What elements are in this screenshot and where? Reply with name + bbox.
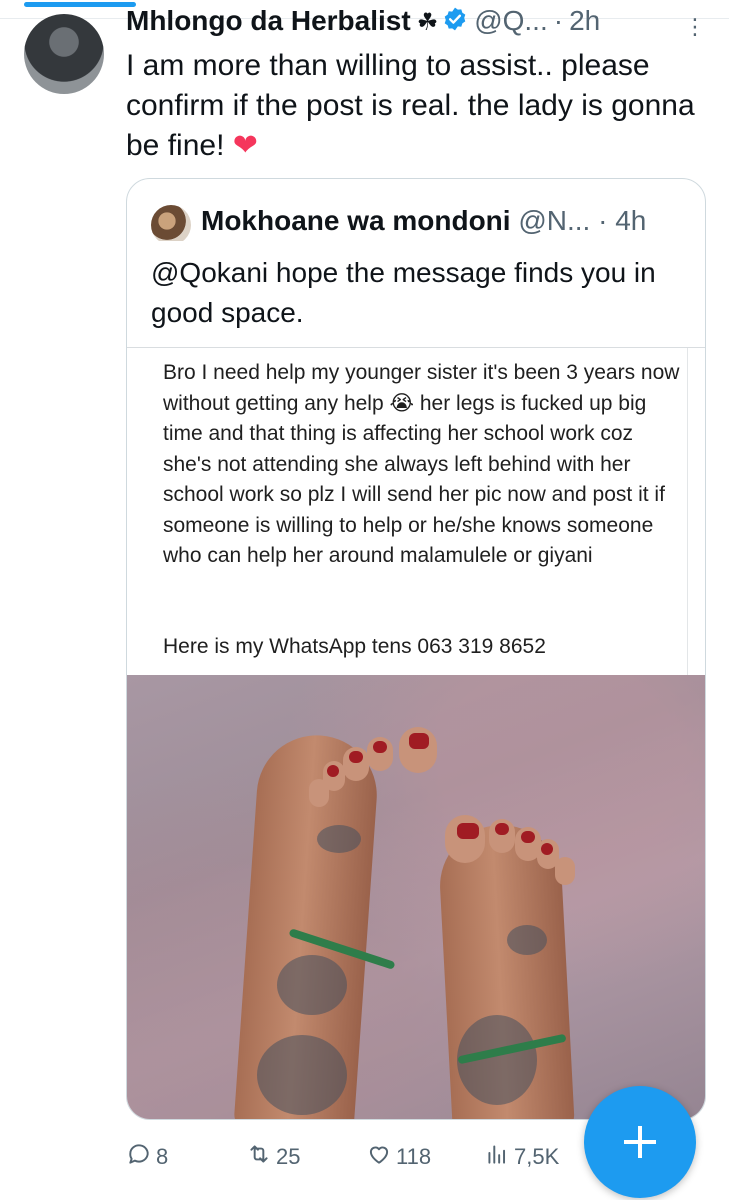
lesion: [507, 925, 547, 955]
author-handle[interactable]: @Q...: [474, 5, 548, 36]
screenshot-message: Bro I need help my younger sister it's b…: [163, 361, 680, 567]
action-bar: 8 25 118 7,5K: [126, 1140, 586, 1174]
separator-dot: ·: [553, 5, 564, 36]
lesion: [277, 955, 347, 1015]
tweet-time[interactable]: 2h: [569, 5, 600, 36]
like-count: 118: [396, 1144, 432, 1169]
quoted-tweet[interactable]: Mokhoane wa mondoni @N... · 4h @Qokani h…: [126, 178, 706, 1120]
reply-count: 8: [156, 1144, 169, 1169]
toe: [555, 857, 575, 885]
nail: [409, 733, 429, 749]
more-icon[interactable]: ⋮: [684, 14, 706, 40]
heart-emoji: ❤: [232, 129, 258, 162]
views-button[interactable]: 7,5K: [484, 1140, 559, 1174]
quote-header: Mokhoane wa mondoni @N... · 4h: [151, 201, 691, 241]
screenshot-whatsapp-line: Here is my WhatsApp tens 063 319 8652: [163, 635, 546, 658]
quote-separator-dot: ·: [598, 205, 608, 236]
screenshot-panel: Bro I need help my younger sister it's b…: [127, 348, 688, 676]
message-screenshot[interactable]: Bro I need help my younger sister it's b…: [127, 347, 705, 676]
repost-button[interactable]: 25: [246, 1140, 300, 1174]
nail: [495, 823, 509, 835]
tweet-body: I am more than willing to assist.. pleas…: [126, 49, 695, 162]
author-avatar[interactable]: [24, 14, 104, 94]
heart-icon: [366, 1141, 396, 1173]
quote-title: Mokhoane wa mondoni @N... · 4h: [201, 201, 646, 241]
lesion: [317, 825, 361, 853]
repost-count: 25: [276, 1144, 301, 1169]
quote-author-name[interactable]: Mokhoane wa mondoni: [201, 205, 511, 236]
quote-author-handle[interactable]: @N...: [518, 205, 590, 236]
tab-indicator: [24, 2, 136, 7]
repost-icon: [246, 1141, 276, 1173]
quote-text: @Qokani hope the message finds you in go…: [151, 257, 656, 328]
nail: [521, 831, 535, 843]
nail: [327, 765, 339, 777]
nail: [373, 741, 387, 753]
tweet-header: Mhlongo da Herbalist ☘ @Q... · 2h: [126, 4, 716, 38]
toe: [309, 779, 329, 807]
nail: [349, 751, 363, 763]
nail: [541, 843, 553, 855]
emoji-leaf: ☘: [416, 9, 439, 36]
views-icon: [484, 1141, 514, 1173]
verified-badge-icon: [442, 6, 468, 38]
quote-avatar[interactable]: [151, 205, 191, 241]
views-count: 7,5K: [514, 1144, 560, 1169]
compose-button[interactable]: [584, 1086, 696, 1198]
author-name[interactable]: Mhlongo da Herbalist: [126, 5, 411, 36]
tweet-text: I am more than willing to assist.. pleas…: [126, 46, 706, 166]
reply-icon: [126, 1141, 156, 1173]
nail: [457, 823, 479, 839]
reply-button[interactable]: 8: [126, 1140, 168, 1174]
plus-icon-vertical: [638, 1126, 642, 1158]
quote-time[interactable]: 4h: [615, 205, 646, 236]
lesion: [257, 1035, 347, 1115]
legs-photo[interactable]: [127, 675, 705, 1119]
like-button[interactable]: 118: [366, 1140, 431, 1174]
